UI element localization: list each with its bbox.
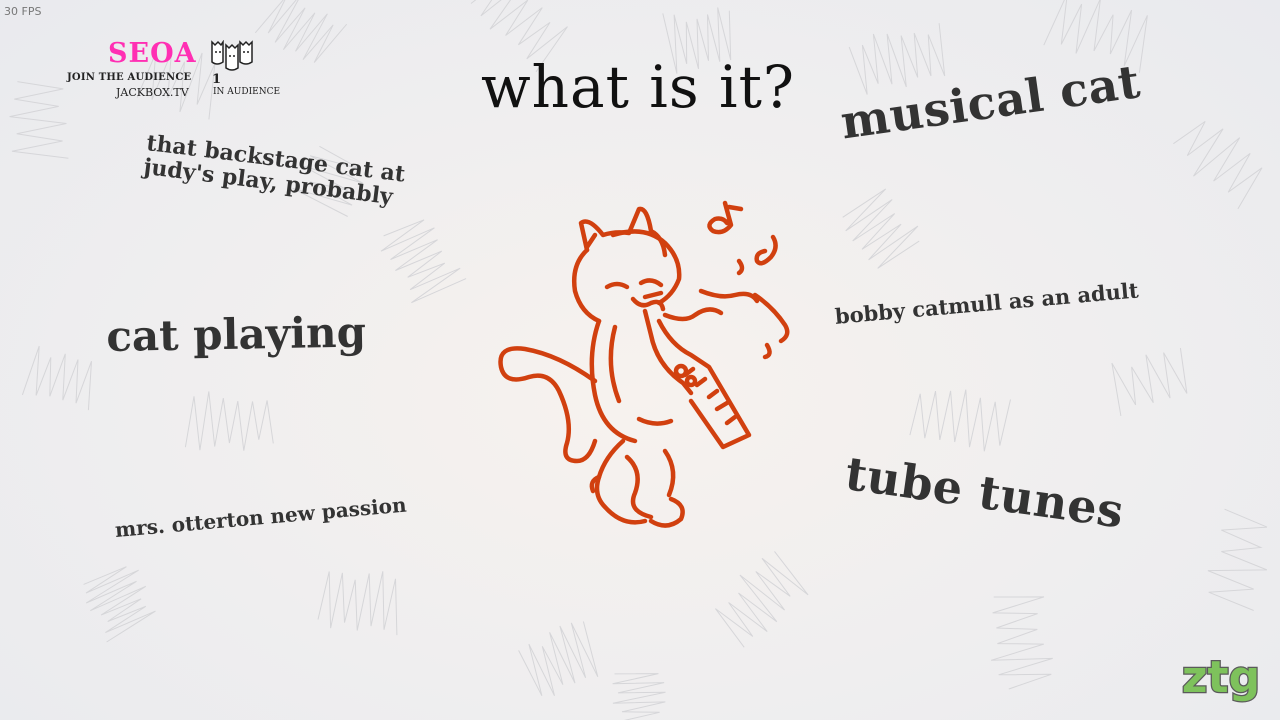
background-squiggle — [254, 0, 348, 63]
background-squiggle — [380, 219, 467, 304]
fps-counter: 30 FPS — [4, 5, 42, 18]
background-squiggle — [317, 571, 398, 636]
background-squiggle — [990, 596, 1053, 690]
background-squiggle — [714, 551, 809, 648]
svg-text:ztg: ztg — [1182, 652, 1260, 703]
background-squiggle — [612, 673, 666, 720]
background-squiggle — [909, 389, 1011, 452]
background-squiggle — [184, 391, 274, 451]
answer-option: cat playing — [105, 307, 367, 361]
background-squiggle — [1207, 508, 1268, 611]
background-squiggle — [1111, 347, 1188, 416]
background-squiggle — [842, 188, 920, 269]
background-squiggle — [1173, 120, 1263, 210]
ztg-logo: ztg — [1181, 651, 1262, 705]
background-squiggle — [21, 345, 92, 411]
background-squiggle — [83, 566, 156, 643]
cat-saxophone-drawing — [498, 200, 790, 528]
background-squiggle — [518, 621, 599, 697]
